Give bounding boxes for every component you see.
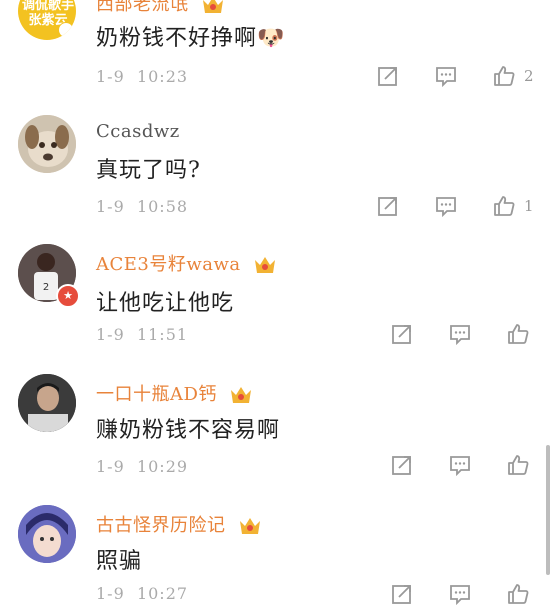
share-icon (392, 456, 411, 475)
avatar[interactable] (18, 505, 76, 563)
share-icon (392, 585, 411, 604)
dog-photo (18, 115, 76, 173)
comment-username[interactable]: 古古怪界历险记 (96, 511, 262, 537)
comment-icon (436, 67, 456, 88)
thumbs-up-icon (508, 584, 529, 604)
comment-username[interactable]: 西部老流氓 (96, 0, 225, 16)
comment-username[interactable]: ACE3号籽wawa (96, 250, 277, 276)
like-button[interactable] (506, 322, 532, 346)
comment-text: 真玩了吗? (96, 158, 201, 183)
avatar[interactable]: 调侃歌手 张紫云 (18, 0, 76, 40)
comment-button[interactable] (434, 64, 460, 88)
share-icon (392, 325, 411, 344)
comment-button[interactable] (434, 194, 460, 218)
comment-username[interactable]: 一口十瓶AD钙 (96, 380, 253, 406)
thumbs-up-icon (494, 196, 515, 216)
verified-badge: ★ (56, 284, 80, 308)
like-count: 1 (524, 197, 534, 215)
comment-timestamp: 1-9 11:51 (96, 325, 189, 344)
like-button[interactable] (492, 194, 518, 218)
share-button[interactable] (390, 453, 416, 477)
share-icon (378, 67, 397, 86)
svg-text:2: 2 (43, 282, 49, 293)
comment-username[interactable]: Ccasdwz (96, 121, 180, 142)
comment-icon (450, 325, 470, 346)
vip-crown-icon (239, 518, 260, 534)
thumbs-up-icon (508, 324, 529, 344)
comment-icon (450, 456, 470, 477)
vip-crown-icon (202, 0, 223, 13)
comment-text: 照骗 (96, 549, 143, 574)
comment-timestamp: 1-9 10:29 (96, 457, 189, 476)
comment-icon (436, 197, 456, 218)
anime-avatar (18, 505, 76, 563)
like-button[interactable] (506, 453, 532, 477)
scrollbar[interactable] (546, 445, 550, 575)
share-button[interactable] (376, 194, 402, 218)
share-button[interactable] (390, 582, 416, 606)
avatar[interactable] (18, 374, 76, 432)
comment-timestamp: 1-9 10:27 (96, 584, 189, 603)
like-button[interactable] (506, 582, 532, 606)
comment-text: 赚奶粉钱不容易啊 (96, 418, 281, 443)
share-button[interactable] (376, 64, 402, 88)
like-count: 2 (524, 67, 534, 85)
vip-crown-icon (254, 257, 275, 273)
comment-icon (450, 585, 470, 606)
share-icon (378, 197, 397, 216)
comment-timestamp: 1-9 10:23 (96, 67, 189, 86)
comment-button[interactable] (448, 582, 474, 606)
comment-timestamp: 1-9 10:58 (96, 197, 189, 216)
share-button[interactable] (390, 322, 416, 346)
comment-text: 让他吃让他吃 (96, 291, 235, 316)
man-photo (18, 374, 76, 432)
comment-button[interactable] (448, 322, 474, 346)
vip-crown-icon (231, 387, 252, 403)
thumbs-up-icon (494, 66, 515, 86)
comment-button[interactable] (448, 453, 474, 477)
like-button[interactable] (492, 64, 518, 88)
avatar[interactable] (18, 115, 76, 173)
comment-text: 奶粉钱不好挣啊🐶 (96, 26, 286, 51)
thumbs-up-icon (508, 455, 529, 475)
